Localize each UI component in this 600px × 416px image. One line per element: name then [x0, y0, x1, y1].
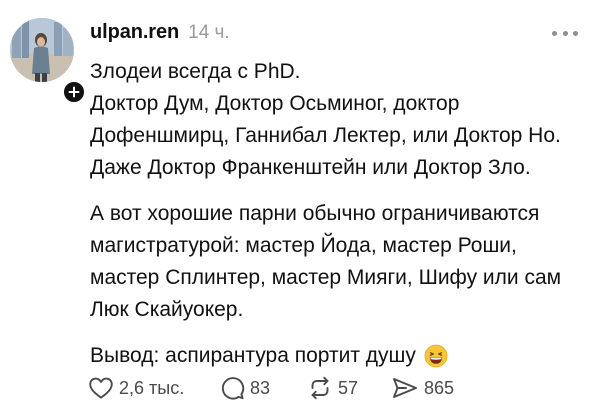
comment-bubble-icon	[221, 377, 245, 400]
share-button[interactable]: 865	[391, 375, 454, 401]
ellipsis-icon	[573, 30, 578, 36]
post-line: Люк Скайуокер.	[90, 298, 244, 321]
username[interactable]: ulpan.ren	[90, 21, 179, 44]
repost-arrows-icon	[311, 376, 329, 400]
post-line: магистратурой: мастер Йода, мастер Роши,	[90, 234, 517, 257]
avatar-container	[10, 18, 86, 104]
action-bar: 2,6 тыс. 83 57 865	[88, 374, 454, 402]
like-count: 2,6 тыс.	[119, 377, 185, 398]
post-line: Доктор Дум, Доктор Осьминог, доктор	[90, 92, 460, 115]
comment-count: 83	[250, 377, 271, 398]
post-time: 14 ч.	[188, 22, 230, 43]
post-text: Злодеи всегда с PhD. Доктор Дум, Доктор …	[90, 56, 590, 372]
ellipsis-icon	[562, 30, 568, 36]
conclusion-text: Вывод: аспирантура портит душу	[90, 344, 416, 367]
more-options-button[interactable]	[552, 24, 578, 42]
avatar[interactable]	[10, 18, 74, 82]
repost-count: 57	[338, 377, 359, 398]
like-button[interactable]: 2,6 тыс.	[88, 376, 219, 400]
comment-button[interactable]: 83	[219, 375, 307, 401]
post-conclusion-line: Вывод: аспирантура портит душу	[90, 340, 590, 372]
heart-icon	[89, 377, 113, 399]
post-line: А вот хорошие парни обычно ограничиваютс…	[90, 202, 540, 225]
threads-post: ulpan.ren 14 ч. Злодеи всегда с PhD. Док…	[0, 0, 600, 416]
ellipsis-icon	[552, 30, 557, 36]
post-header: ulpan.ren 14 ч.	[90, 21, 230, 47]
send-icon	[393, 378, 417, 398]
repost-button[interactable]: 57	[307, 375, 391, 401]
post-line: Дофеншмирц, Ганнибал Лектер, или Доктор …	[90, 124, 561, 147]
follow-button[interactable]	[62, 80, 86, 104]
plus-icon	[68, 86, 80, 98]
grinning-squinting-face-icon	[424, 344, 448, 368]
post-line: Злодеи всегда с PhD.	[90, 60, 301, 83]
post-line: Даже Доктор Франкенштейн или Доктор Зло.	[90, 156, 531, 179]
share-count: 865	[424, 377, 455, 398]
post-line: мастер Сплинтер, мастер Мияги, Шифу или …	[90, 266, 562, 289]
avatar-photo	[10, 18, 74, 82]
